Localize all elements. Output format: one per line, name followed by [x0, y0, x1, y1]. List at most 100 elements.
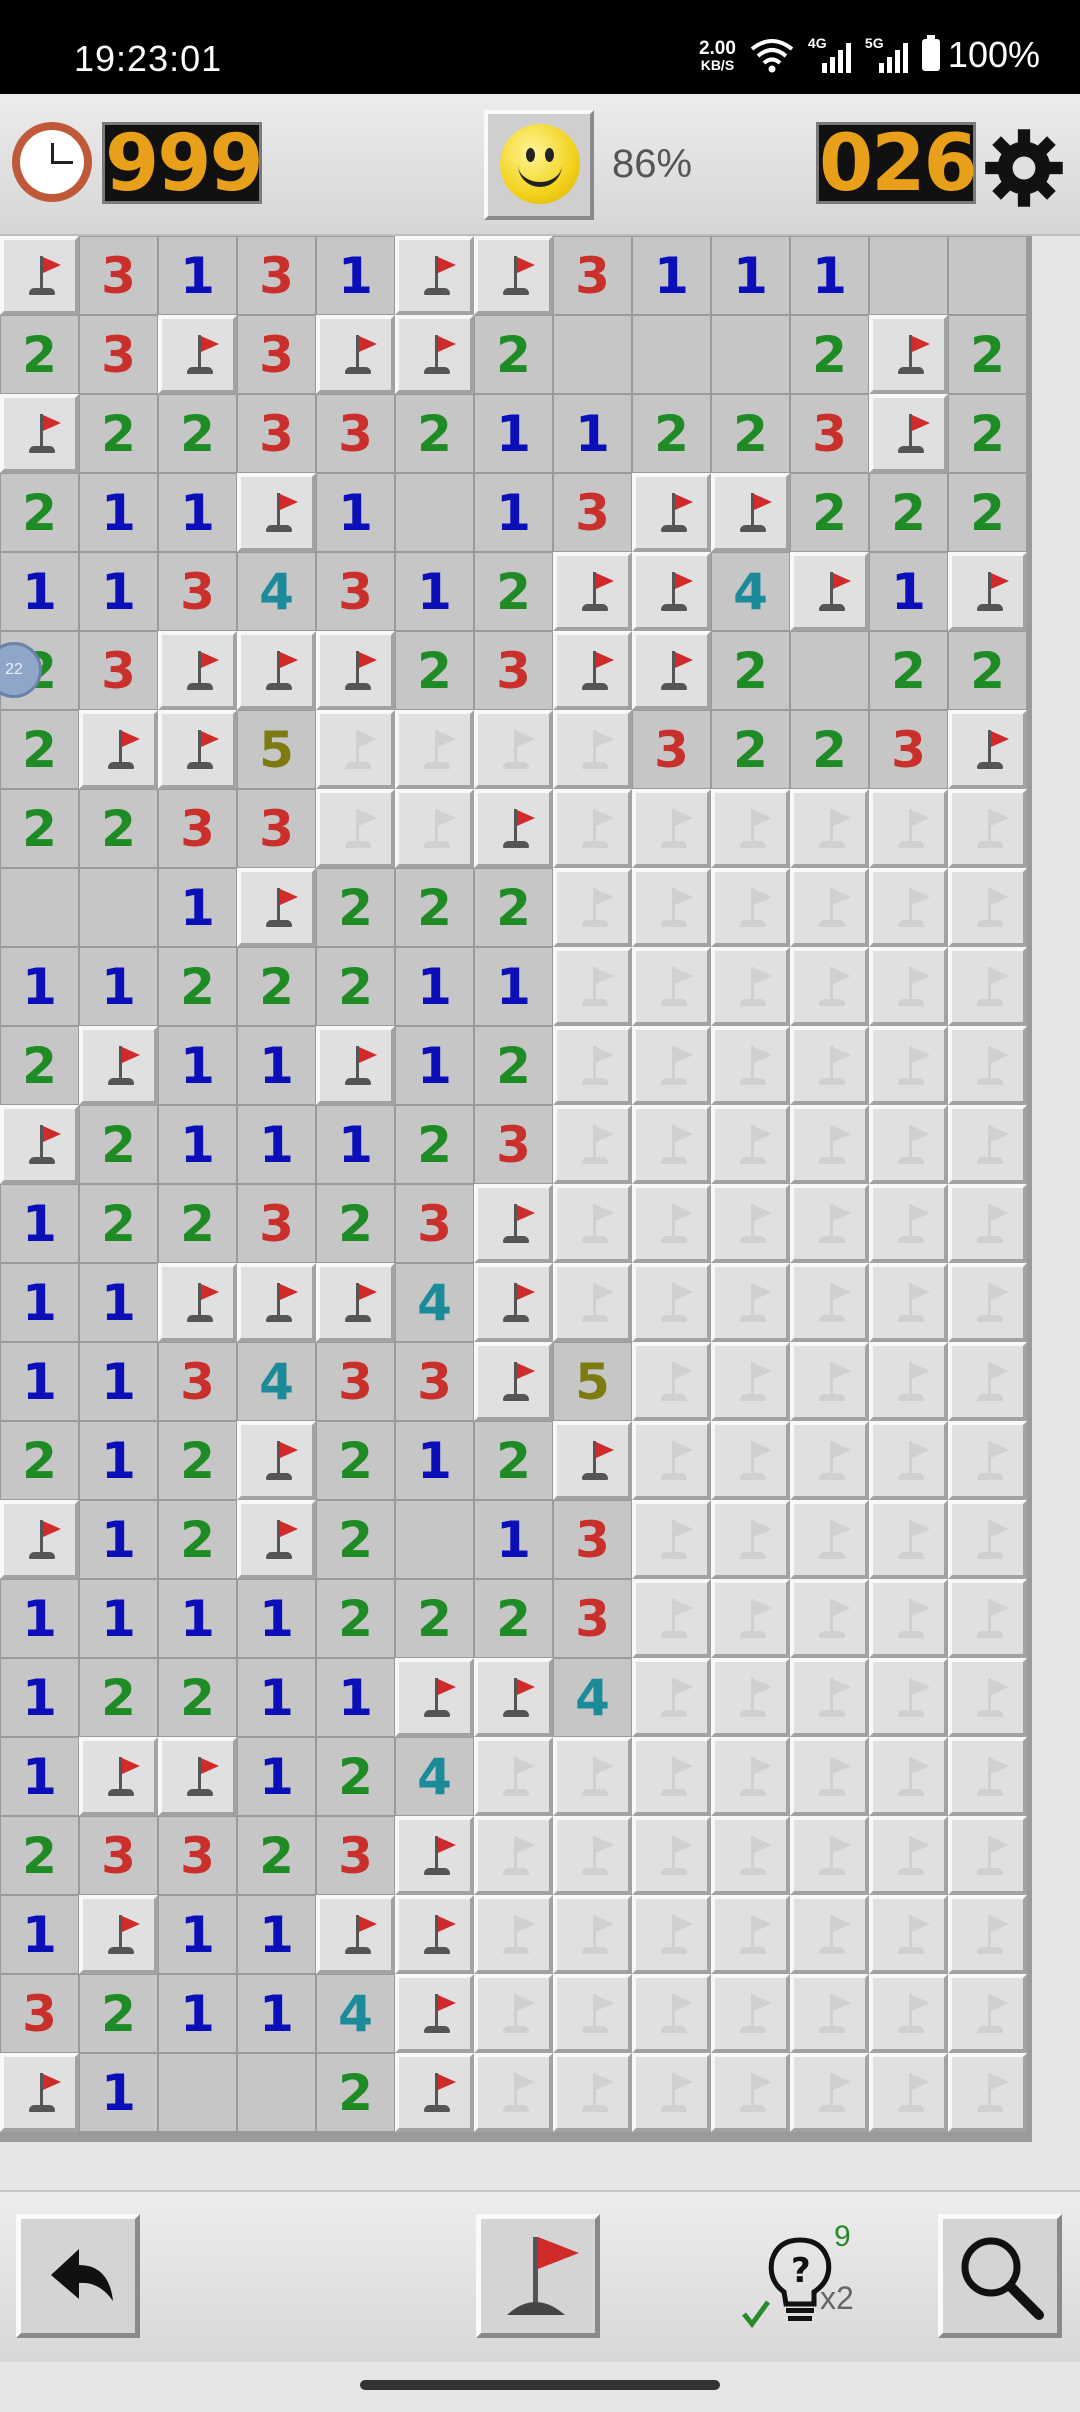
number-cell[interactable]: 3 [79, 631, 158, 710]
flagged-cell[interactable] [0, 1500, 79, 1579]
unopened-cell[interactable] [632, 1026, 711, 1105]
unopened-cell[interactable] [632, 1105, 711, 1184]
unopened-cell[interactable] [632, 789, 711, 868]
home-indicator[interactable] [360, 2380, 720, 2390]
number-cell[interactable]: 3 [316, 1342, 395, 1421]
number-cell[interactable]: 3 [79, 315, 158, 394]
new-game-button[interactable] [484, 110, 594, 220]
number-cell[interactable]: 1 [632, 236, 711, 315]
number-cell[interactable]: 2 [474, 1026, 553, 1105]
unopened-cell[interactable] [711, 1737, 790, 1816]
flagged-cell[interactable] [158, 710, 237, 789]
unopened-cell[interactable] [711, 2053, 790, 2132]
unopened-cell[interactable] [948, 1105, 1027, 1184]
unopened-cell[interactable] [948, 1421, 1027, 1500]
unopened-cell[interactable] [948, 1895, 1027, 1974]
number-cell[interactable]: 1 [0, 1579, 79, 1658]
number-cell[interactable]: 3 [237, 236, 316, 315]
number-cell[interactable]: 1 [474, 473, 553, 552]
number-cell[interactable]: 2 [237, 947, 316, 1026]
number-cell[interactable]: 2 [316, 1421, 395, 1500]
number-cell[interactable]: 1 [237, 1895, 316, 1974]
number-cell[interactable]: 2 [316, 2053, 395, 2132]
flagged-cell[interactable] [395, 1816, 474, 1895]
unopened-cell[interactable] [790, 1421, 869, 1500]
unopened-cell[interactable] [632, 1737, 711, 1816]
flagged-cell[interactable] [158, 1263, 237, 1342]
number-cell[interactable]: 1 [79, 552, 158, 631]
number-cell[interactable]: 1 [553, 394, 632, 473]
number-cell[interactable]: 1 [79, 1500, 158, 1579]
flagged-cell[interactable] [632, 631, 711, 710]
unopened-cell[interactable] [869, 1026, 948, 1105]
empty-cell[interactable] [158, 2053, 237, 2132]
unopened-cell[interactable] [869, 947, 948, 1026]
number-cell[interactable]: 1 [158, 1105, 237, 1184]
number-cell[interactable]: 3 [632, 710, 711, 789]
number-cell[interactable]: 2 [632, 394, 711, 473]
unopened-cell[interactable] [790, 1026, 869, 1105]
number-cell[interactable]: 3 [395, 1342, 474, 1421]
number-cell[interactable]: 1 [0, 1895, 79, 1974]
number-cell[interactable]: 4 [237, 552, 316, 631]
number-cell[interactable]: 1 [0, 1184, 79, 1263]
unopened-cell[interactable] [869, 1421, 948, 1500]
number-cell[interactable]: 2 [790, 315, 869, 394]
empty-cell[interactable] [395, 473, 474, 552]
number-cell[interactable]: 1 [79, 2053, 158, 2132]
flagged-cell[interactable] [79, 1026, 158, 1105]
unopened-cell[interactable] [711, 1500, 790, 1579]
unopened-cell[interactable] [790, 947, 869, 1026]
number-cell[interactable]: 2 [0, 1816, 79, 1895]
unopened-cell[interactable] [948, 1500, 1027, 1579]
unopened-cell[interactable] [790, 1105, 869, 1184]
unopened-cell[interactable] [395, 710, 474, 789]
unopened-cell[interactable] [948, 1263, 1027, 1342]
number-cell[interactable]: 1 [474, 947, 553, 1026]
unopened-cell[interactable] [474, 1737, 553, 1816]
unopened-cell[interactable] [711, 1658, 790, 1737]
empty-cell[interactable] [711, 315, 790, 394]
flagged-cell[interactable] [632, 552, 711, 631]
unopened-cell[interactable] [790, 1816, 869, 1895]
empty-cell[interactable] [869, 236, 948, 315]
flagged-cell[interactable] [395, 1895, 474, 1974]
number-cell[interactable]: 1 [316, 236, 395, 315]
empty-cell[interactable] [0, 868, 79, 947]
number-cell[interactable]: 2 [948, 631, 1027, 710]
unopened-cell[interactable] [869, 2053, 948, 2132]
number-cell[interactable]: 1 [237, 1974, 316, 2053]
unopened-cell[interactable] [553, 868, 632, 947]
unopened-cell[interactable] [711, 1105, 790, 1184]
flagged-cell[interactable] [316, 1263, 395, 1342]
flagged-cell[interactable] [237, 473, 316, 552]
unopened-cell[interactable] [632, 1421, 711, 1500]
flagged-cell[interactable] [158, 315, 237, 394]
number-cell[interactable]: 1 [79, 1342, 158, 1421]
unopened-cell[interactable] [553, 947, 632, 1026]
number-cell[interactable]: 3 [316, 552, 395, 631]
number-cell[interactable]: 3 [158, 789, 237, 868]
unopened-cell[interactable] [790, 1579, 869, 1658]
flagged-cell[interactable] [0, 2053, 79, 2132]
number-cell[interactable]: 1 [158, 473, 237, 552]
flagged-cell[interactable] [0, 236, 79, 315]
unopened-cell[interactable] [632, 1974, 711, 2053]
flagged-cell[interactable] [474, 1342, 553, 1421]
unopened-cell[interactable] [553, 2053, 632, 2132]
flag-mode-button[interactable] [476, 2214, 600, 2338]
unopened-cell[interactable] [869, 1105, 948, 1184]
unopened-cell[interactable] [948, 1342, 1027, 1421]
number-cell[interactable]: 4 [237, 1342, 316, 1421]
number-cell[interactable]: 2 [474, 1421, 553, 1500]
number-cell[interactable]: 2 [79, 789, 158, 868]
empty-cell[interactable] [395, 1500, 474, 1579]
flagged-cell[interactable] [869, 315, 948, 394]
number-cell[interactable]: 1 [79, 1421, 158, 1500]
number-cell[interactable]: 2 [79, 394, 158, 473]
unopened-cell[interactable] [316, 710, 395, 789]
unopened-cell[interactable] [553, 1974, 632, 2053]
unopened-cell[interactable] [869, 1895, 948, 1974]
number-cell[interactable]: 2 [0, 710, 79, 789]
number-cell[interactable]: 3 [553, 236, 632, 315]
